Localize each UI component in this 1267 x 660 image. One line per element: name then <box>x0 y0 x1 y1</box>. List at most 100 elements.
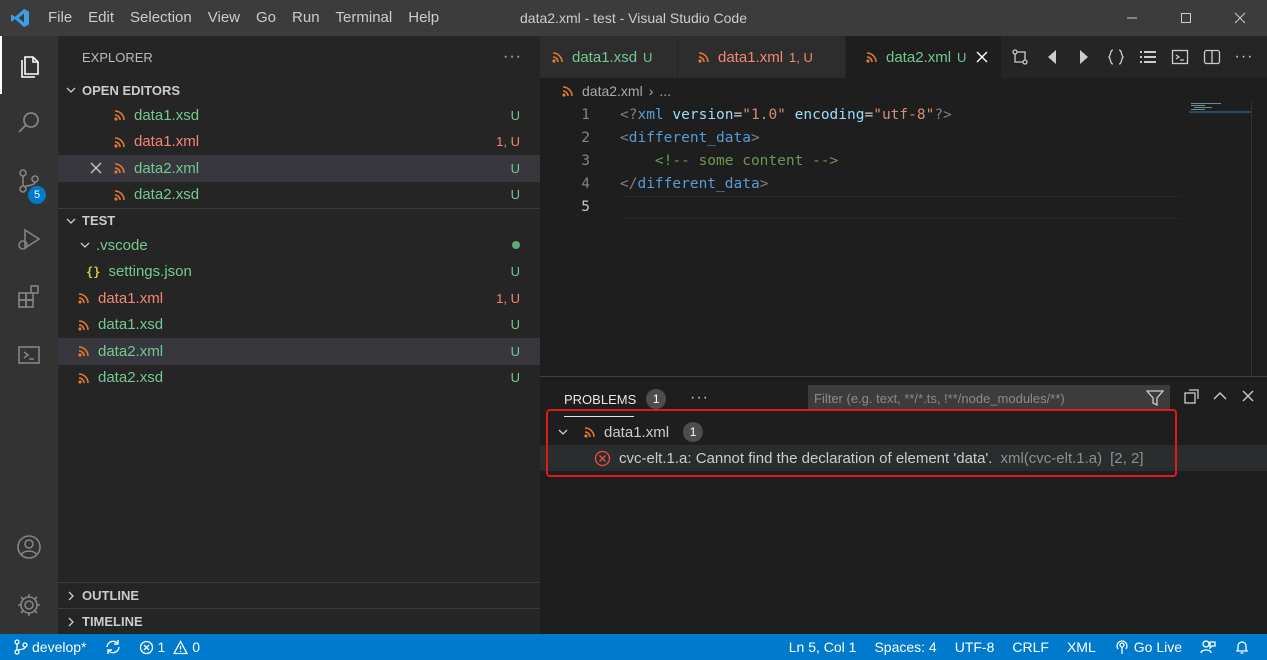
error-count: 1 <box>157 639 166 655</box>
file-item-active[interactable]: data2.xml U <box>58 338 540 365</box>
run-debug-icon[interactable] <box>0 210 58 268</box>
rss-file-icon <box>550 49 566 65</box>
explorer-more-button[interactable]: ··· <box>503 48 522 66</box>
outline-header[interactable]: OUTLINE <box>58 582 540 608</box>
split-editor-icon[interactable] <box>1199 44 1225 70</box>
tab-status: 1, U <box>789 49 813 65</box>
tab-problems[interactable]: PROBLEMS 1 <box>564 389 667 409</box>
open-changes-icon[interactable] <box>1007 44 1033 70</box>
source-control-icon[interactable]: 5 <box>0 152 58 210</box>
feedback-icon[interactable] <box>1191 634 1225 660</box>
line-number: 2 <box>581 129 590 146</box>
encoding[interactable]: UTF-8 <box>946 634 1004 660</box>
code-line: 4 </different_data> <box>540 172 1267 195</box>
go-live-button[interactable]: Go Live <box>1105 634 1191 660</box>
go-live-label: Go Live <box>1133 639 1182 655</box>
rss-file-icon <box>112 160 128 176</box>
notifications-bell-icon[interactable] <box>1225 634 1259 660</box>
menu-selection[interactable]: Selection <box>122 0 200 36</box>
git-status: 1, U <box>496 290 520 306</box>
remote-explorer-icon[interactable] <box>0 326 58 384</box>
collapse-all-icon[interactable] <box>1183 387 1201 408</box>
open-editors-title: OPEN EDITORS <box>82 82 181 98</box>
close-window-button[interactable] <box>1213 0 1267 36</box>
menu-help[interactable]: Help <box>400 0 447 36</box>
menu-run[interactable]: Run <box>284 0 328 36</box>
explorer-icon[interactable] <box>0 36 58 94</box>
breadcrumb-file[interactable]: data2.xml <box>582 83 643 99</box>
tab-label: data2.xml <box>886 48 952 66</box>
annotation-highlight-box <box>546 409 1177 477</box>
search-icon[interactable] <box>0 94 58 152</box>
menu-edit[interactable]: Edit <box>80 0 122 36</box>
indentation[interactable]: Spaces: 4 <box>865 634 945 660</box>
editor-scrollbar[interactable] <box>1251 102 1267 376</box>
problems-filter-input[interactable]: Filter (e.g. text, **/*.ts, !**/node_mod… <box>808 385 1170 411</box>
close-editor-icon[interactable] <box>90 162 112 174</box>
open-editor-item[interactable]: data1.xml 1, U <box>58 129 540 156</box>
explorer-header: EXPLORER ··· <box>58 36 540 78</box>
branch-status[interactable]: develop* <box>0 634 95 660</box>
open-editor-item-active[interactable]: data2.xml U <box>58 155 540 182</box>
folder-name: .vscode <box>96 236 148 254</box>
problems-status[interactable]: 1 0 <box>131 634 209 660</box>
chevron-down-icon <box>78 238 92 252</box>
minimize-button[interactable] <box>1105 0 1159 36</box>
folder-item[interactable]: .vscode <box>58 232 540 259</box>
close-tab-icon[interactable] <box>976 51 988 63</box>
open-editor-item[interactable]: data2.xsd U <box>58 182 540 209</box>
rss-file-icon <box>112 187 128 203</box>
file-item[interactable]: data2.xsd U <box>58 365 540 392</box>
editor-tabs: data1.xsd U data1.xml 1, U data2.xml U ·… <box>540 36 1267 78</box>
menu-terminal[interactable]: Terminal <box>328 0 401 36</box>
minimap[interactable] <box>1189 102 1251 122</box>
more-actions-icon[interactable]: ··· <box>1231 44 1257 70</box>
menu-go[interactable]: Go <box>248 0 284 36</box>
tab-data1-xml[interactable]: data1.xml 1, U <box>678 36 846 78</box>
maximize-button[interactable] <box>1159 0 1213 36</box>
breadcrumb-rest[interactable]: ... <box>659 83 671 99</box>
menu-view[interactable]: View <box>200 0 248 36</box>
open-editor-item[interactable]: data1.xsd U <box>58 102 540 129</box>
maximize-panel-icon[interactable] <box>1211 387 1229 408</box>
broadcast-icon <box>1116 640 1128 654</box>
cursor-position[interactable]: Ln 5, Col 1 <box>780 634 866 660</box>
file-item[interactable]: data1.xsd U <box>58 312 540 339</box>
line-ending[interactable]: CRLF <box>1003 634 1058 660</box>
accounts-icon[interactable] <box>0 518 58 576</box>
panel-more-button[interactable]: ··· <box>690 389 709 407</box>
close-panel-icon[interactable] <box>1239 387 1257 408</box>
file-name: data1.xml <box>98 289 164 307</box>
chevron-down-icon <box>64 83 78 97</box>
menu-file[interactable]: File <box>40 0 80 36</box>
explorer-sidebar: EXPLORER ··· OPEN EDITORS data1.xsd U da… <box>58 36 540 634</box>
list-icon[interactable] <box>1135 44 1161 70</box>
file-name: data1.xsd <box>98 316 164 334</box>
git-status: U <box>510 107 520 123</box>
extensions-icon[interactable] <box>0 268 58 326</box>
git-status: U <box>510 187 520 203</box>
tab-data1-xsd[interactable]: data1.xsd U <box>540 36 678 78</box>
file-name: data2.xml <box>134 159 200 177</box>
settings-gear-icon[interactable] <box>0 576 58 634</box>
workspace-header[interactable]: TEST <box>58 208 540 232</box>
sync-button[interactable] <box>95 634 131 660</box>
filter-icon[interactable] <box>1145 389 1165 410</box>
file-item[interactable]: {} settings.json U <box>58 259 540 286</box>
tab-data2-xml[interactable]: data2.xml U <box>846 36 1002 78</box>
language-mode[interactable]: XML <box>1058 634 1105 660</box>
line-number: 5 <box>581 198 590 215</box>
open-editors-header[interactable]: OPEN EDITORS <box>58 78 540 102</box>
next-change-icon[interactable] <box>1071 44 1097 70</box>
braces-icon[interactable] <box>1103 44 1129 70</box>
window-controls <box>1105 0 1267 36</box>
rss-file-icon <box>76 317 92 333</box>
editor-actions: ··· <box>1007 36 1257 78</box>
timeline-header[interactable]: TIMELINE <box>58 608 540 634</box>
terminal-icon[interactable] <box>1167 44 1193 70</box>
code-editor[interactable]: 1 <?xml version="1.0" encoding="utf-8"?>… <box>540 102 1267 376</box>
file-item[interactable]: data1.xml 1, U <box>58 285 540 312</box>
code-text: </different_data> <box>620 175 769 192</box>
git-status: 1, U <box>496 134 520 150</box>
previous-change-icon[interactable] <box>1039 44 1065 70</box>
